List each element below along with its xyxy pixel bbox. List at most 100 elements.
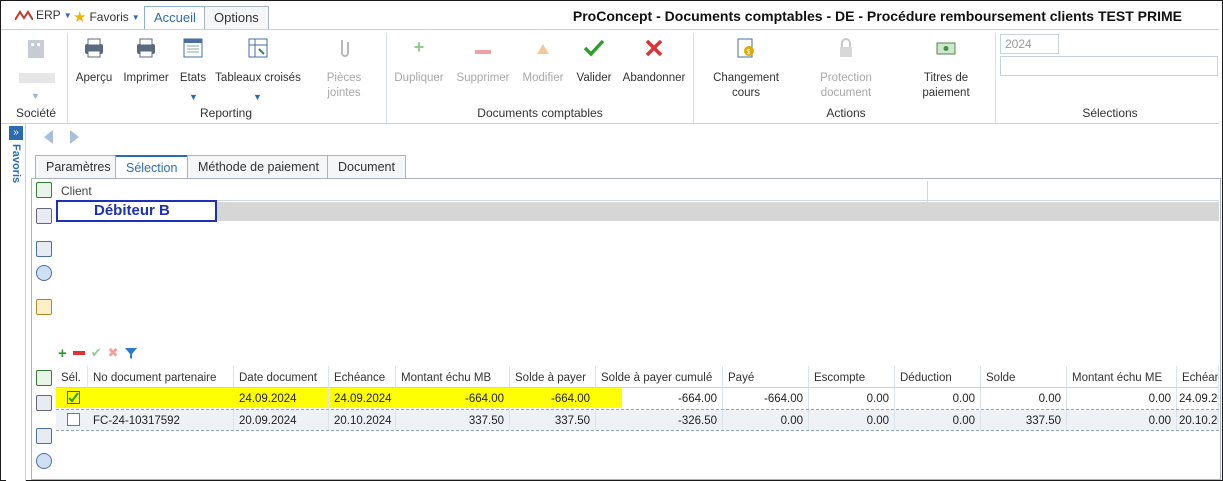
header-echeance-2[interactable]: Echéance (1177, 366, 1219, 388)
tab-options[interactable]: Options (204, 6, 269, 30)
header-solde-a-payer[interactable]: Solde à payer (510, 366, 596, 388)
currency-exchange-icon: $ (737, 38, 754, 58)
chevron-down-icon: ▼ (63, 10, 72, 20)
erp-label: ERP (36, 8, 61, 22)
client-row[interactable] (56, 202, 1219, 221)
validate-icon[interactable]: ✔ (91, 345, 102, 361)
cell-no-document: FC-24-10317592 (88, 410, 234, 430)
cell-solde-cumule: -664.00 (596, 388, 723, 410)
add-icon[interactable]: + (58, 345, 67, 362)
chart-icon[interactable] (36, 453, 52, 469)
header-escompte[interactable]: Escompte (809, 366, 895, 388)
header-paye[interactable]: Payé (723, 366, 809, 388)
columns-icon[interactable] (36, 428, 52, 444)
ribbon-separator (386, 33, 387, 123)
building-icon (28, 40, 44, 58)
cell-echeance-2: 24.09.20 (1177, 388, 1219, 410)
favorites-label[interactable]: Favoris (10, 144, 22, 183)
cell-solde: 337.50 (981, 410, 1067, 430)
protection-document-label: Protection document (820, 72, 872, 99)
tab-document-label: Document (338, 160, 395, 174)
favoris-menu[interactable]: ★ Favoris ▼ (73, 8, 140, 26)
tab-methode-paiement-label: Méthode de paiement (198, 160, 319, 174)
chart-icon[interactable] (36, 265, 52, 281)
header-echeance[interactable]: Echéance (329, 366, 396, 388)
group-reporting-label: Reporting (199, 106, 253, 120)
remove-icon[interactable] (72, 351, 85, 355)
grid-header-row: Sél. No document partenaire Date documen… (56, 366, 1219, 388)
header-deduction[interactable]: Déduction (895, 366, 981, 388)
excel-export-icon[interactable] (36, 370, 52, 386)
filter-icon[interactable] (124, 347, 137, 360)
cell-echeance-2: 20.10.20 (1177, 410, 1219, 430)
valider-button[interactable]: Valider (573, 30, 615, 100)
tab-document[interactable]: Document (327, 155, 406, 179)
header-no-document[interactable]: No document partenaire (88, 366, 234, 388)
header-solde-cumule[interactable]: Solde à payer cumulé (596, 366, 723, 388)
close-icon (645, 39, 663, 57)
cancel-icon[interactable]: ✖ (108, 345, 119, 361)
changement-cours-button[interactable]: $ Changement cours (707, 30, 785, 100)
pivot-table-icon (248, 38, 268, 58)
cell-escompte: 0.00 (809, 410, 895, 430)
supprimer-button[interactable]: Supprimer (453, 30, 513, 100)
selection-field[interactable] (1000, 56, 1218, 76)
client-column-header[interactable]: Client (61, 184, 92, 198)
apercu-button[interactable]: Aperçu (71, 30, 117, 100)
imprimer-button[interactable]: Imprimer (121, 30, 171, 100)
ribbon-separator (693, 33, 694, 123)
save-layout-icon[interactable] (36, 208, 52, 224)
forward-arrow-icon[interactable] (69, 129, 81, 145)
cell-solde: 0.00 (981, 388, 1067, 410)
changement-cours-label: Changement cours (713, 72, 779, 99)
apercu-label: Aperçu (75, 72, 113, 84)
cell-echeance: 20.10.2024 (329, 410, 396, 430)
abandonner-button[interactable]: Abandonner (621, 30, 687, 100)
header-montant-echu-me[interactable]: Montant échu ME (1067, 366, 1177, 388)
content-panel (31, 178, 1221, 480)
abandonner-label: Abandonner (622, 72, 686, 84)
modifier-button[interactable]: Modifier (519, 30, 567, 100)
client-cell[interactable]: Débiteur B (56, 200, 217, 222)
tab-parametres[interactable]: Paramètres (35, 155, 122, 179)
header-montant-echu-mb[interactable]: Montant échu MB (396, 366, 510, 388)
etats-button[interactable]: Etats ▼ (175, 30, 211, 102)
group-societe-label: Société (15, 106, 57, 120)
columns-icon[interactable] (36, 241, 52, 257)
year-field[interactable]: 2024 (1000, 34, 1059, 54)
favoris-label: Favoris (89, 10, 129, 24)
excel-export-icon[interactable] (36, 182, 52, 198)
cell-escompte: 0.00 (809, 388, 895, 410)
protection-document-button[interactable]: Protection document (809, 30, 883, 100)
header-solde[interactable]: Solde (981, 366, 1067, 388)
pieces-jointes-button[interactable]: Pièces jointes (319, 30, 369, 100)
checkmark-icon (583, 39, 605, 57)
pieces-jointes-label: Pièces jointes (326, 72, 362, 99)
row-checkbox[interactable] (67, 413, 80, 426)
header-date-document[interactable]: Date document (234, 366, 329, 388)
table-row[interactable]: 24.09.2024 24.09.2024 -664.00 -664.00 -6… (56, 388, 1219, 410)
cell-montant-echu-mb: -664.00 (396, 388, 510, 410)
tab-selection[interactable]: Sélection (115, 155, 189, 179)
cell-montant-echu-me: 0.00 (1067, 410, 1177, 430)
cell-deduction: 0.00 (895, 410, 981, 430)
erp-menu[interactable]: ERP ▼ (15, 8, 72, 22)
societe-button[interactable]: ▼ (9, 30, 63, 101)
table-row[interactable]: FC-24-10317592 20.09.2024 20.10.2024 337… (56, 409, 1219, 431)
tab-methode-paiement[interactable]: Méthode de paiement (187, 155, 330, 179)
tab-parametres-label: Paramètres (46, 160, 111, 174)
header-sel[interactable]: Sél. (56, 366, 88, 388)
duplicate-icon: + (413, 37, 425, 57)
save-layout-icon[interactable] (36, 395, 52, 411)
dupliquer-button[interactable]: + Dupliquer (391, 30, 447, 100)
filter-preset-icon[interactable] (36, 299, 52, 315)
titres-paiement-button[interactable]: Titres de paiement (909, 30, 983, 100)
tab-accueil[interactable]: Accueil (144, 6, 206, 31)
row-checkbox[interactable] (67, 391, 80, 404)
back-arrow-icon[interactable] (42, 129, 54, 145)
chevron-down-icon: ▼ (31, 91, 40, 101)
paperclip-icon (341, 40, 349, 57)
expand-favorites-icon[interactable]: » (9, 126, 23, 140)
tableaux-croises-button[interactable]: Tableaux croisés ▼ (215, 30, 301, 102)
client-grid-header: Client (56, 181, 1219, 201)
